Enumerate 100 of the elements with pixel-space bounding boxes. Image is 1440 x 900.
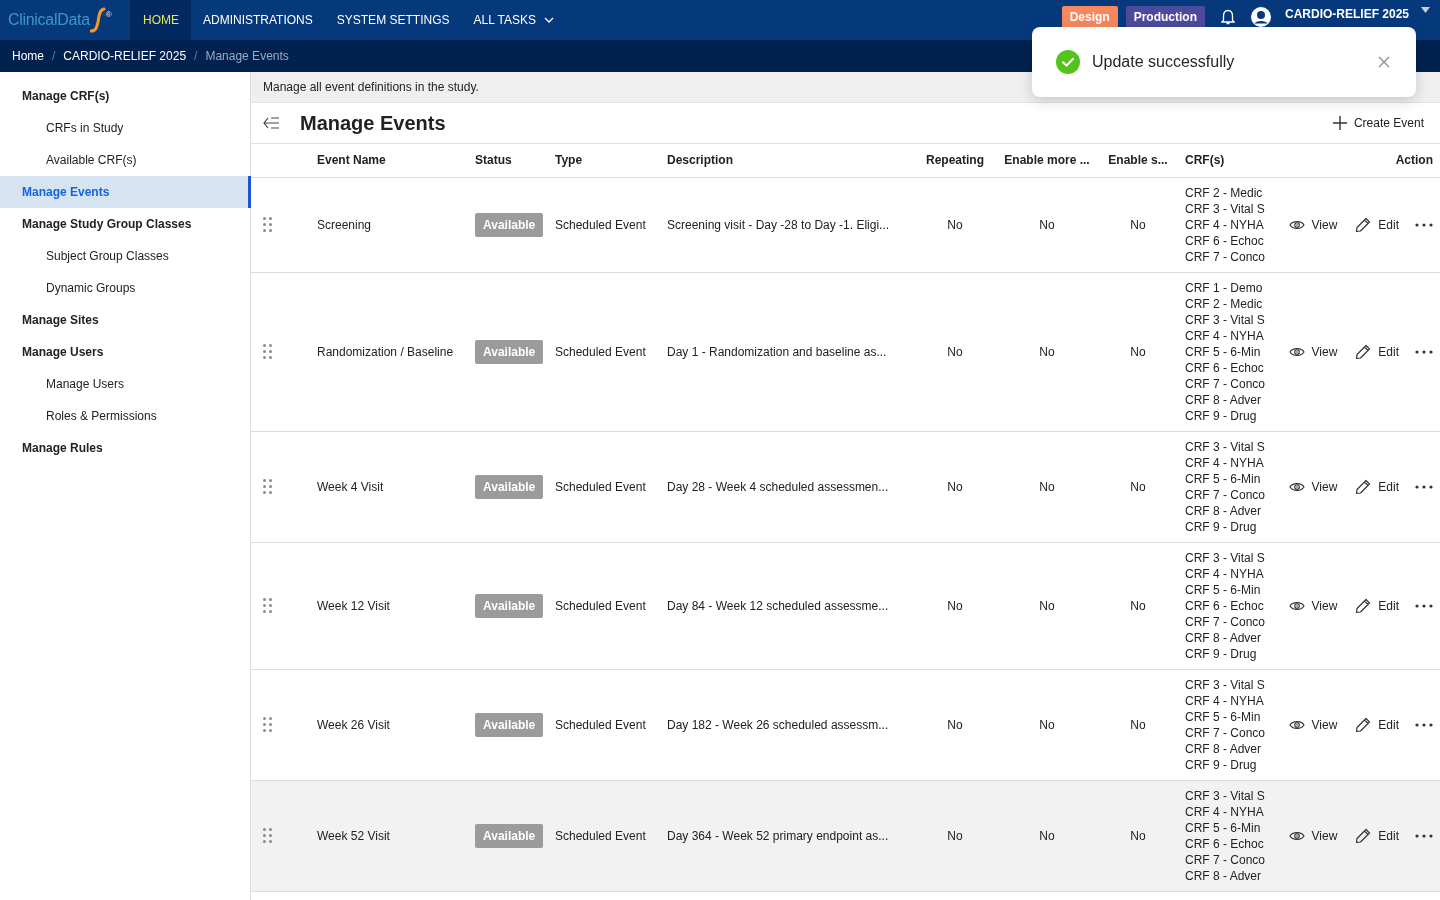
view-button[interactable]: View <box>1288 713 1338 736</box>
view-button[interactable]: View <box>1288 340 1338 363</box>
edit-button[interactable]: Edit <box>1355 824 1399 847</box>
environment-badge: Production <box>1125 6 1205 28</box>
ellipsis-icon <box>1415 833 1433 838</box>
table-cell: No <box>915 177 995 272</box>
nav-item[interactable]: ALL TASKS <box>461 0 566 40</box>
status-badge: Available <box>475 712 544 737</box>
table-cell: Day 364 - Week 52 primary endpoint as... <box>659 780 915 891</box>
sidebar-item[interactable]: Manage CRF(s) <box>0 80 251 112</box>
table-cell: Week 52 Visit <box>309 780 467 891</box>
column-header: Action <box>1277 144 1440 177</box>
close-button[interactable] <box>1376 54 1392 70</box>
sidebar-item[interactable]: Manage Events <box>0 176 251 208</box>
table-cell: No <box>915 542 995 669</box>
view-button[interactable]: View <box>1288 594 1338 617</box>
table-cell: No <box>915 272 995 431</box>
view-button[interactable]: View <box>1288 213 1338 236</box>
logo-swoosh-icon <box>89 7 106 33</box>
edit-button[interactable]: Edit <box>1355 713 1399 736</box>
view-button[interactable]: View <box>1288 824 1338 847</box>
drag-handle-icon[interactable] <box>263 598 272 613</box>
crf-name: CRF 3 - Vital S <box>1185 438 1266 455</box>
edit-button[interactable]: Edit <box>1355 213 1399 236</box>
pencil-icon <box>1355 478 1372 495</box>
table-cell: Week 4 Visit <box>309 431 467 542</box>
table-cell: No <box>1099 177 1177 272</box>
table-cell: No <box>995 669 1099 780</box>
pencil-icon <box>1355 716 1372 733</box>
crf-name: CRF 3 - Vital S <box>1185 549 1266 566</box>
table-cell: Scheduled Event <box>547 431 659 542</box>
crf-name: CRF 6 - Echoc <box>1185 597 1265 614</box>
table-cell: Screening <box>309 177 467 272</box>
caret-icon[interactable] <box>1421 7 1430 13</box>
drag-handle-icon[interactable] <box>263 344 272 359</box>
sidebar-item[interactable]: Manage Users <box>0 368 251 400</box>
crf-name: CRF 3 - Vital S <box>1185 200 1266 217</box>
table-cell: No <box>995 542 1099 669</box>
sidebar-item[interactable]: Manage Sites <box>0 304 251 336</box>
bell-icon[interactable] <box>1220 9 1235 25</box>
crf-name: CRF 5 - 6-Min <box>1185 343 1262 360</box>
table-cell: Scheduled Event <box>547 542 659 669</box>
sidebar-item[interactable]: Subject Group Classes <box>0 240 251 272</box>
status-badge: Available <box>475 593 544 618</box>
success-check-icon <box>1056 50 1080 74</box>
nav-item[interactable]: HOME <box>131 0 191 40</box>
column-header: CRF(s) <box>1177 144 1277 177</box>
table-cell: No <box>1099 669 1177 780</box>
table-cell: No <box>1099 431 1177 542</box>
table-cell: Screening visit - Day -28 to Day -1. Eligi... <box>659 177 915 272</box>
crf-name: CRF 9 - Drug <box>1185 645 1258 662</box>
crf-name: CRF 6 - Echoc <box>1185 232 1265 249</box>
column-header: Event Name <box>309 144 467 177</box>
drag-handle-icon[interactable] <box>263 717 272 732</box>
sidebar-item[interactable]: Manage Users <box>0 336 251 368</box>
crf-name: CRF 5 - 6-Min <box>1185 708 1262 725</box>
logo-text: ClinicalData <box>8 10 90 30</box>
crf-name: CRF 8 - Adver <box>1185 391 1263 408</box>
table-cell: No <box>1099 272 1177 431</box>
sidebar-item[interactable]: Manage Rules <box>0 432 251 464</box>
breadcrumb-link[interactable]: Home <box>12 47 44 65</box>
pencil-icon <box>1355 343 1372 360</box>
crf-name: CRF 7 - Conco <box>1185 851 1267 868</box>
view-button[interactable]: View <box>1288 475 1338 498</box>
ellipsis-icon <box>1415 222 1433 227</box>
close-icon <box>1378 56 1390 68</box>
edit-button[interactable]: Edit <box>1355 475 1399 498</box>
create-event-button[interactable]: Create Event <box>1324 110 1432 136</box>
ellipsis-icon <box>1415 484 1433 489</box>
crf-name: CRF 8 - Adver <box>1185 629 1263 646</box>
sidebar-item[interactable]: Dynamic Groups <box>0 272 251 304</box>
table-cell: Day 28 - Week 4 scheduled assessmen... <box>659 431 915 542</box>
table-cell: Randomization / Baseline <box>309 272 467 431</box>
sidebar-item[interactable]: Roles & Permissions <box>0 400 251 432</box>
sidebar-item[interactable]: Available CRF(s) <box>0 144 251 176</box>
table-cell: Scheduled Event <box>547 272 659 431</box>
user-avatar-icon[interactable] <box>1250 7 1271 27</box>
drag-handle-icon[interactable] <box>263 479 272 494</box>
study-name: CARDIO-RELIEF 2025 <box>1284 6 1409 23</box>
sidebar-item[interactable]: Manage Study Group Classes <box>0 208 251 240</box>
pencil-icon <box>1355 827 1372 844</box>
drag-handle-icon[interactable] <box>263 828 272 843</box>
crf-name: CRF 9 - Drug <box>1185 407 1258 424</box>
status-badge: Available <box>475 339 544 364</box>
status-badge: Available <box>475 212 544 237</box>
crf-name: CRF 8 - Adver <box>1185 740 1263 757</box>
breadcrumb-link[interactable]: CARDIO-RELIEF 2025 <box>63 47 187 65</box>
crf-name: CRF 8 - Adver <box>1185 867 1263 884</box>
nav-item[interactable]: ADMINISTRATIONS <box>191 0 325 40</box>
collapse-menu-icon[interactable] <box>263 117 280 129</box>
edit-button[interactable]: Edit <box>1355 594 1399 617</box>
crf-name: CRF 5 - 6-Min <box>1185 470 1262 487</box>
column-header: Enable more ... <box>995 144 1099 177</box>
edit-button[interactable]: Edit <box>1355 340 1399 363</box>
nav-item[interactable]: SYSTEM SETTINGS <box>324 0 462 40</box>
crf-name: CRF 3 - Vital S <box>1185 787 1266 804</box>
crf-name: CRF 3 - Vital S <box>1185 676 1266 693</box>
drag-handle-icon[interactable] <box>263 217 272 232</box>
sidebar-item[interactable]: CRFs in Study <box>0 112 251 144</box>
table-cell: Scheduled Event <box>547 780 659 891</box>
